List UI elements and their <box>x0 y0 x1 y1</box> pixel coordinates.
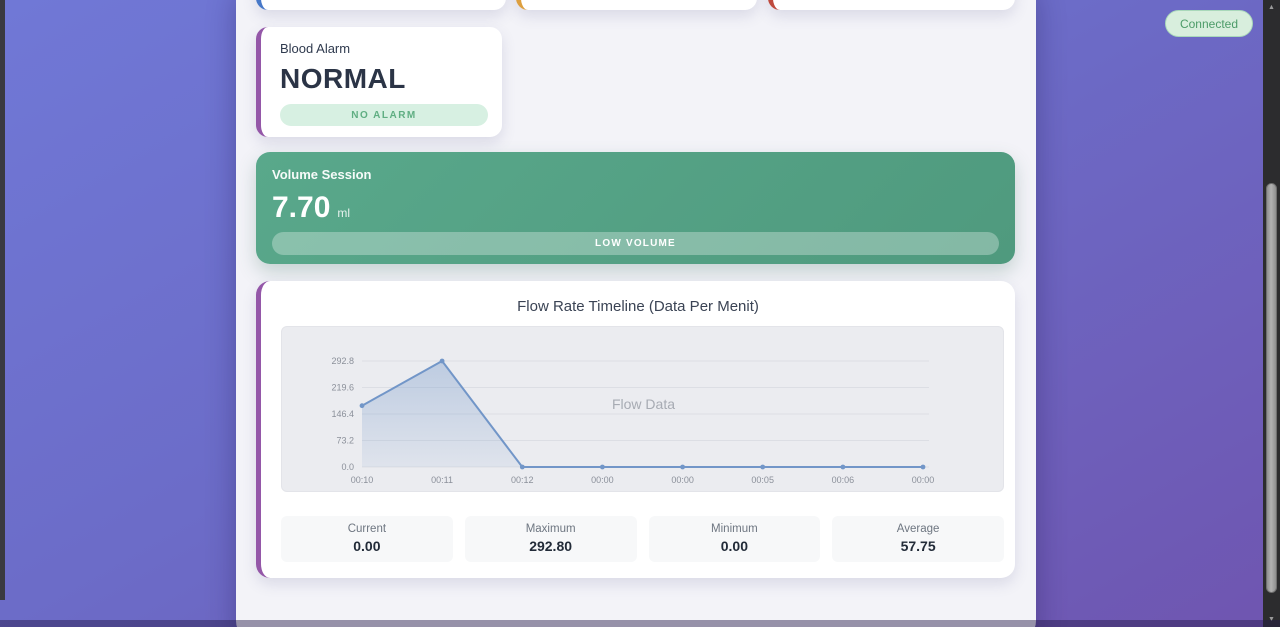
svg-text:00:10: 00:10 <box>351 475 374 485</box>
stat-minimum-label: Minimum <box>649 523 821 535</box>
window-left-edge <box>0 0 5 600</box>
svg-text:146.4: 146.4 <box>331 409 354 419</box>
stat-minimum-value: 0.00 <box>649 538 821 554</box>
volume-session-value: 7.70 <box>272 191 330 225</box>
flow-rate-chart: 0.0 73.2 146.4 219.6 292.8 00:10 00:11 00:12 00:… <box>282 327 1005 493</box>
bottom-edge-shade <box>0 620 1280 627</box>
svg-text:00:06: 00:06 <box>832 475 855 485</box>
volume-session-title: Volume Session <box>272 167 999 182</box>
volume-session-unit: ml <box>337 206 350 220</box>
volume-session-value-row: 7.70 ml <box>272 191 999 225</box>
stat-average-label: Average <box>832 523 1004 535</box>
connection-status-badge: Connected <box>1165 10 1253 37</box>
svg-text:292.8: 292.8 <box>331 356 354 366</box>
stat-current-label: Current <box>281 523 453 535</box>
stat-average-value: 57.75 <box>832 538 1004 554</box>
volume-session-card: Volume Session 7.70 ml LOW VOLUME <box>256 152 1015 264</box>
top-card-cutoff-blue <box>256 0 506 10</box>
vertical-scrollbar[interactable]: ▲ ▼ <box>1263 0 1280 627</box>
main-content-panel: Blood Alarm NORMAL NO ALARM Volume Sessi… <box>236 0 1036 627</box>
svg-text:00:05: 00:05 <box>751 475 774 485</box>
stat-current: Current 0.00 <box>281 516 453 562</box>
chart-stats-row: Current 0.00 Maximum 292.80 Minimum 0.00… <box>281 516 1004 562</box>
top-card-cutoff-orange <box>516 0 757 10</box>
stat-average: Average 57.75 <box>832 516 1004 562</box>
svg-text:00:00: 00:00 <box>591 475 614 485</box>
stat-maximum: Maximum 292.80 <box>465 516 637 562</box>
flow-rate-chart-card: Flow Rate Timeline (Data Per Menit) 0.0 7… <box>256 281 1015 578</box>
chart-title: Flow Rate Timeline (Data Per Menit) <box>261 281 1015 315</box>
svg-text:00:11: 00:11 <box>431 475 453 485</box>
stat-maximum-value: 292.80 <box>465 538 637 554</box>
chart-series-label: Flow Data <box>612 396 675 412</box>
blood-alarm-card: Blood Alarm NORMAL NO ALARM <box>256 27 502 137</box>
svg-text:219.6: 219.6 <box>331 383 354 393</box>
blood-alarm-value: NORMAL <box>280 63 483 95</box>
svg-text:00:00: 00:00 <box>912 475 935 485</box>
stat-maximum-label: Maximum <box>465 523 637 535</box>
dashboard-page: { "status_badge": { "label": "Connected"… <box>0 0 1280 627</box>
svg-text:73.2: 73.2 <box>336 436 354 446</box>
scrollbar-up-arrow-icon[interactable]: ▲ <box>1263 0 1280 15</box>
svg-text:00:00: 00:00 <box>671 475 694 485</box>
svg-text:00:12: 00:12 <box>511 475 534 485</box>
low-volume-badge: LOW VOLUME <box>272 232 999 255</box>
stat-minimum: Minimum 0.00 <box>649 516 821 562</box>
flow-rate-plot-area: 0.0 73.2 146.4 219.6 292.8 00:10 00:11 00:12 00:… <box>281 326 1004 492</box>
top-card-cutoff-red <box>768 0 1015 10</box>
blood-alarm-title: Blood Alarm <box>280 41 483 56</box>
blood-alarm-status-badge: NO ALARM <box>280 104 488 126</box>
svg-text:0.0: 0.0 <box>341 462 354 472</box>
scrollbar-thumb[interactable] <box>1266 183 1277 593</box>
stat-current-value: 0.00 <box>281 538 453 554</box>
